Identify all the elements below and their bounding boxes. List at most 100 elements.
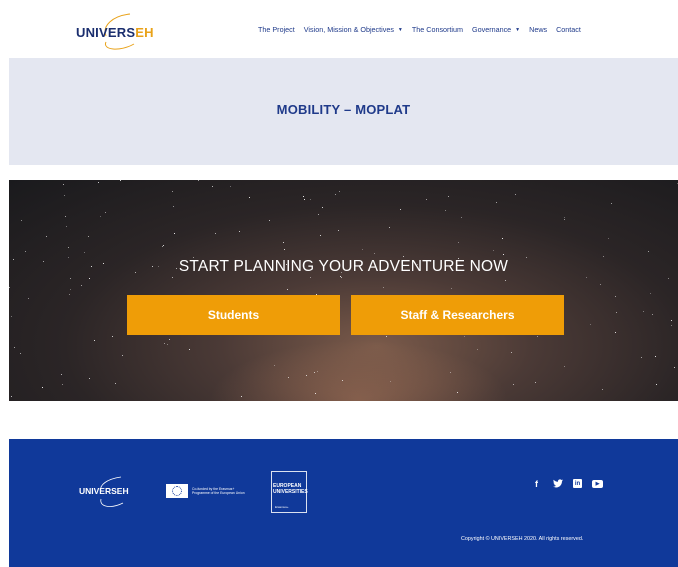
hero-heading: START PLANNING YOUR ADVENTURE NOW [178,258,509,275]
star-dot [105,212,106,213]
star-dot [100,216,101,217]
star-dot [318,214,319,215]
star-dot [62,384,63,385]
star-dot [603,256,604,257]
star-dot [674,367,675,368]
star-dot [450,372,451,373]
star-dot [283,242,284,243]
nav-item-vision-mission[interactable]: Vision, Mission & Objectives ▼ [304,25,403,34]
star-dot [112,336,113,337]
star-dot [69,294,70,295]
star-dot [461,217,462,218]
star-dot [656,384,657,385]
star-dot [65,216,66,217]
star-dot [493,250,494,251]
nav-item-consortium[interactable]: The Consortium [412,25,463,34]
star-dot [303,196,304,197]
star-dot [46,236,47,237]
star-dot [249,197,250,198]
star-dot [320,235,321,236]
footer-universeh-logo[interactable]: UNIVERSEH [75,475,145,509]
european-universities-text: EUROPEAN UNIVERSITIES [273,483,308,495]
star-dot [502,238,503,239]
nav-item-news[interactable]: News [529,25,547,34]
star-dot [668,278,669,279]
star-dot [448,196,449,197]
star-dot [314,372,315,373]
star-dot [88,236,89,237]
star-dot [503,254,504,255]
star-dot [671,325,672,326]
students-button[interactable]: Students [127,295,340,335]
star-dot [172,191,173,192]
star-dot [513,384,514,385]
star-dot [464,336,465,337]
star-dot [169,339,170,340]
star-dot [28,298,29,299]
facebook-icon[interactable]: f [531,478,542,489]
star-dot [172,277,173,278]
star-dot [239,231,240,232]
chevron-down-icon: ▼ [515,26,521,33]
star-dot [304,199,305,200]
footer-logo-text: UNIVERSEH [79,486,129,496]
staff-researchers-button[interactable]: Staff & Researchers [351,295,564,335]
star-dot [341,277,342,278]
star-dot [339,191,340,192]
star-dot [198,180,199,181]
star-dot [70,278,71,279]
site-footer: UNIVERSEH Co-funded by the Erasmus+ Prog… [9,439,678,567]
star-dot [274,365,275,366]
star-dot [615,332,616,333]
site-header: UNIVERSEH The Project Vision, Mission & … [0,0,678,58]
star-dot [212,186,213,187]
youtube-icon[interactable]: ▶ [592,479,603,488]
star-dot [655,356,656,357]
star-dot [64,195,65,196]
hero-banner: START PLANNING YOUR ADVENTURE NOW Studen… [9,180,678,401]
nav-item-contact[interactable]: Contact [556,25,581,34]
logo-text: UNIVERSEH [76,25,154,40]
page-title-band: MOBILITY – MOPLAT [9,58,678,165]
twitter-icon[interactable] [552,478,563,489]
star-dot [81,285,82,286]
eu-flag-icon [166,483,188,498]
star-dot [383,287,384,288]
star-dot [115,383,116,384]
star-dot [335,194,336,195]
star-dot [68,247,69,248]
star-dot [342,380,343,381]
star-dot [230,186,231,187]
star-dot [42,387,43,388]
linkedin-icon[interactable]: in [573,479,582,488]
star-dot [616,312,617,313]
star-dot [451,288,452,289]
star-dot [163,245,164,246]
star-dot [317,371,318,372]
star-dot [403,256,404,257]
nav-item-the-project[interactable]: The Project [258,25,295,34]
star-dot [9,287,10,288]
star-dot [650,293,651,294]
star-dot [600,284,601,285]
star-dot [386,336,387,337]
star-dot [14,347,15,348]
star-dot [94,340,95,341]
star-dot [284,249,285,250]
nav-item-governance[interactable]: Governance ▼ [472,25,520,34]
hero-glow [209,340,509,401]
star-dot [11,396,12,397]
star-dot [586,277,587,278]
star-dot [362,249,363,250]
star-dot [63,184,64,185]
star-dot [643,311,644,312]
star-dot [458,242,459,243]
erasmus-plus-text: Erasmus+ [275,505,289,509]
star-dot [652,314,653,315]
star-dot [174,233,175,234]
star-dot [315,393,316,394]
star-dot [269,220,270,221]
copyright-text: Copyright © UNIVERSEH 2020. All rights r… [461,536,584,542]
universeh-logo[interactable]: UNIVERSEH [72,12,162,52]
star-dot [164,343,165,344]
